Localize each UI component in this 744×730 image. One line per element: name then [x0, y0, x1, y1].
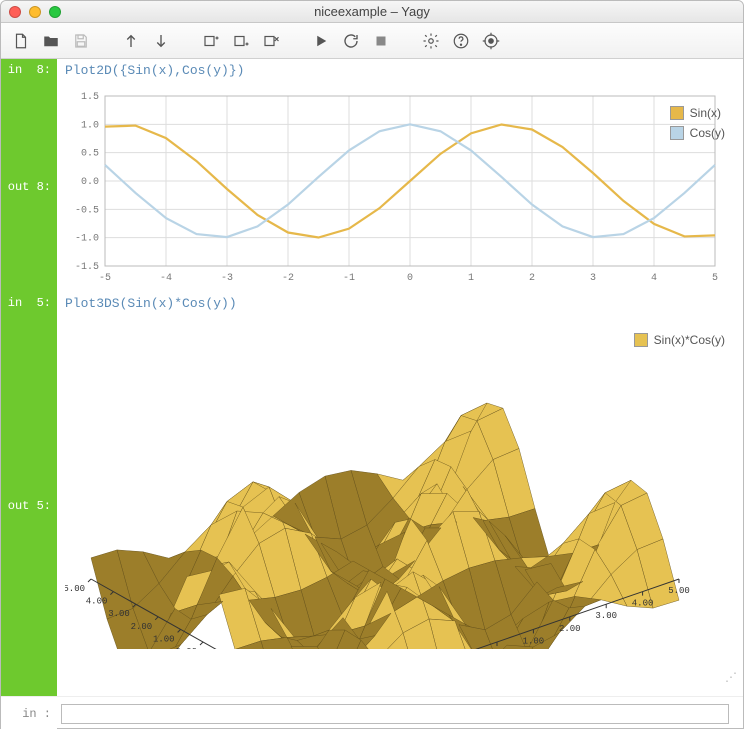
- gutter-in-8: in 8:: [1, 59, 57, 82]
- input-bar: in :: [1, 696, 743, 730]
- plot3d-legend: Sin(x)*Cos(y): [634, 333, 725, 347]
- svg-text:0.0: 0.0: [81, 177, 99, 188]
- svg-text:-1.5: -1.5: [75, 262, 99, 273]
- svg-text:1.00: 1.00: [153, 634, 175, 644]
- svg-text:5: 5: [712, 273, 718, 284]
- notebook: in 8: Plot2D({Sin(x),Cos(y)}) out 8: -5-…: [1, 59, 743, 696]
- close-icon[interactable]: [9, 6, 21, 18]
- open-file-button[interactable]: [39, 29, 63, 53]
- insert-after-button[interactable]: [229, 29, 253, 53]
- svg-text:2.00: 2.00: [131, 622, 153, 632]
- zoom-icon[interactable]: [49, 6, 61, 18]
- cell-out-8: out 8: -5 -4 -3 -2 -1 0 1 2 3 4 5 -1.5 -1.0 -0.5 0.0 0.…: [1, 82, 743, 292]
- input-prompt: in :: [1, 697, 57, 730]
- svg-text:-4: -4: [160, 273, 172, 284]
- svg-text:0: 0: [407, 273, 413, 284]
- reload-button[interactable]: [339, 29, 363, 53]
- gutter-out-5: out 5:: [1, 315, 57, 696]
- svg-text:3: 3: [590, 273, 596, 284]
- svg-text:0.00: 0.00: [175, 647, 197, 649]
- plot2d-svg: -5 -4 -3 -2 -1 0 1 2 3 4 5 -1.5 -1.0 -0.5 0.0 0.5 1.0 1.5: [65, 86, 725, 291]
- svg-text:-0.5: -0.5: [75, 205, 99, 216]
- svg-text:-3: -3: [221, 273, 233, 284]
- cell-in-5: in 5: Plot3DS(Sin(x)*Cos(y)): [1, 292, 743, 315]
- save-button[interactable]: [69, 29, 93, 53]
- toolbar: [1, 23, 743, 59]
- svg-text:1.00: 1.00: [523, 636, 545, 646]
- window-controls: [9, 6, 61, 18]
- svg-text:2.00: 2.00: [559, 624, 581, 634]
- svg-text:4.00: 4.00: [86, 597, 108, 607]
- svg-text:4: 4: [651, 273, 657, 284]
- svg-text:2: 2: [529, 273, 535, 284]
- code-in-8[interactable]: Plot2D({Sin(x),Cos(y)}): [57, 59, 743, 82]
- run-button[interactable]: [309, 29, 333, 53]
- svg-text:1.5: 1.5: [81, 92, 99, 103]
- delete-cell-button[interactable]: [259, 29, 283, 53]
- settings-button[interactable]: [419, 29, 443, 53]
- window-title: niceexample – Yagy: [1, 4, 743, 19]
- code-in-5[interactable]: Plot3DS(Sin(x)*Cos(y)): [57, 292, 743, 315]
- help-button[interactable]: [449, 29, 473, 53]
- swatch-cos-icon: [670, 126, 684, 140]
- svg-text:3.00: 3.00: [108, 609, 130, 619]
- legend-3d-label: Sin(x)*Cos(y): [654, 333, 725, 347]
- plot2d-container[interactable]: -5 -4 -3 -2 -1 0 1 2 3 4 5 -1.5 -1.0 -0.5 0.0 0.5 1.0 1.5…: [57, 82, 743, 292]
- plot3d-svg: -1.00-0.60-0.200.200.601.00-5.00-4.00-3.…: [65, 319, 725, 649]
- svg-text:-5: -5: [99, 273, 111, 284]
- svg-text:-1.0: -1.0: [75, 234, 99, 245]
- move-down-button[interactable]: [149, 29, 173, 53]
- plot3d-container[interactable]: -1.00-0.60-0.200.200.601.00-5.00-4.00-3.…: [57, 315, 743, 696]
- insert-before-button[interactable]: [199, 29, 223, 53]
- svg-text:5.00: 5.00: [668, 586, 690, 596]
- new-file-button[interactable]: [9, 29, 33, 53]
- svg-text:3.00: 3.00: [595, 611, 617, 621]
- svg-text:-2: -2: [282, 273, 294, 284]
- swatch-3d-icon: [634, 333, 648, 347]
- gutter-out-8: out 8:: [1, 82, 57, 292]
- svg-text:0.5: 0.5: [81, 149, 99, 160]
- swatch-sin-icon: [670, 106, 684, 120]
- legend-cos-label: Cos(y): [690, 126, 725, 140]
- stop-button[interactable]: [369, 29, 393, 53]
- svg-text:1.0: 1.0: [81, 120, 99, 131]
- move-up-button[interactable]: [119, 29, 143, 53]
- titlebar: niceexample – Yagy: [1, 1, 743, 23]
- cell-out-5: out 5: -1.00-0.60-0.200.200.601.00-5.00-…: [1, 315, 743, 696]
- target-button[interactable]: [479, 29, 503, 53]
- minimize-icon[interactable]: [29, 6, 41, 18]
- svg-text:1: 1: [468, 273, 474, 284]
- legend-sin-label: Sin(x): [690, 106, 721, 120]
- command-input[interactable]: [61, 704, 729, 724]
- plot2d-legend: Sin(x) Cos(y): [670, 106, 725, 140]
- cell-in-8: in 8: Plot2D({Sin(x),Cos(y)}): [1, 59, 743, 82]
- svg-text:4.00: 4.00: [632, 599, 654, 609]
- resize-grip-icon[interactable]: ⋰: [725, 670, 737, 684]
- gutter-in-5: in 5:: [1, 292, 57, 315]
- svg-text:-1: -1: [343, 273, 355, 284]
- svg-text:5.00: 5.00: [65, 584, 85, 594]
